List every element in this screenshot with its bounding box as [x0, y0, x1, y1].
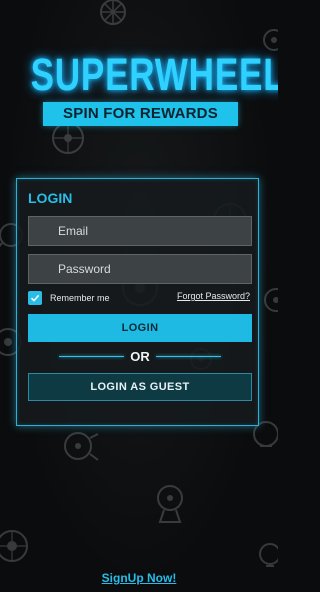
- wheel-rotate-icon: [58, 428, 102, 468]
- brand-title: SUPERWHEELS: [30, 49, 278, 100]
- divider-line-left: [59, 355, 125, 357]
- forgot-password-link[interactable]: Forgot Password?: [177, 291, 250, 301]
- remember-me-label: Remember me: [50, 293, 110, 303]
- brand-subtitle: SPIN FOR REWARDS: [43, 102, 238, 126]
- wheel-icon: [0, 528, 30, 564]
- divider-line-right: [155, 355, 221, 357]
- login-button[interactable]: LOGIN: [28, 314, 252, 342]
- password-field[interactable]: Password: [28, 254, 252, 284]
- or-divider-text: OR: [130, 348, 150, 364]
- remember-me-checkbox[interactable]: [28, 291, 42, 305]
- login-screen: SUPERWHEELS SPIN FOR REWARDS LOGIN Email…: [0, 0, 278, 592]
- login-panel: LOGIN Email Password Remember me Forgot …: [16, 178, 259, 426]
- signup-link[interactable]: SignUp Now!: [0, 571, 278, 585]
- login-as-guest-button[interactable]: LOGIN AS GUEST: [28, 373, 252, 401]
- wheel-stand-icon: [96, 0, 130, 28]
- check-icon: [30, 294, 40, 302]
- wheel-icon: [262, 286, 278, 314]
- email-field[interactable]: Email: [28, 216, 252, 246]
- login-panel-title: LOGIN: [28, 190, 73, 206]
- remember-me[interactable]: Remember me: [28, 291, 110, 305]
- brand-logo: SUPERWHEELS SPIN FOR REWARDS: [0, 49, 278, 126]
- wheel-stand-icon: [152, 482, 188, 524]
- wheel-icon: [258, 540, 278, 572]
- or-divider: OR: [59, 347, 221, 365]
